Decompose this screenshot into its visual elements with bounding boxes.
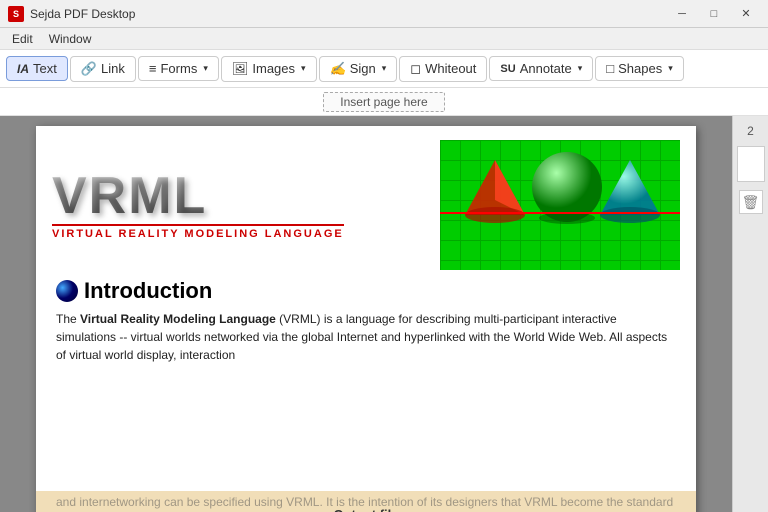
toolbar: IA Text 🔗 Link ≡ Forms ▾ 🖼 Images ▾ ✍ Si… (0, 50, 768, 88)
annotate-arrow: ▾ (578, 63, 583, 74)
toolbar-link-button[interactable]: 🔗 Link (70, 56, 136, 82)
toolbar-sign-button[interactable]: ✍ Sign ▾ (319, 56, 398, 82)
toolbar-shapes-button[interactable]: □ Shapes ▾ (595, 56, 683, 81)
menu-edit[interactable]: Edit (4, 30, 41, 48)
whiteout-label: Whiteout (425, 61, 476, 76)
toolbar-annotate-button[interactable]: SU Annotate ▾ (489, 56, 593, 81)
app-icon: S (8, 6, 24, 22)
main-area: VRML VIRTUAL REALITY MODELING LANGUAGE (0, 116, 768, 512)
vrml-droplet-icon (56, 280, 78, 302)
images-arrow: ▾ (301, 63, 306, 74)
window-controls: ─ □ ✕ (668, 4, 760, 24)
text-label: Text (33, 61, 57, 76)
title-bar: S Sejda PDF Desktop ─ □ ✕ (0, 0, 768, 28)
insert-bar: Insert page here (0, 88, 768, 116)
whiteout-icon: ◻ (410, 61, 421, 77)
maximize-button[interactable]: □ (700, 4, 728, 24)
delete-page-button[interactable]: 🗑 (739, 190, 763, 214)
vrml-logo: VRML VIRTUAL REALITY MODELING LANGUAGE (52, 170, 344, 240)
sign-arrow: ▾ (382, 63, 387, 74)
page-container: VRML VIRTUAL REALITY MODELING LANGUAGE (0, 116, 732, 512)
annotate-icon: SU (500, 63, 515, 75)
intro-heading-text: Introduction (84, 278, 212, 304)
images-icon: 🖼 (232, 61, 249, 77)
green-sphere (530, 150, 605, 225)
vrml-title: VRML (52, 170, 344, 222)
vrml-3d-image (440, 140, 680, 270)
sign-icon: ✍ (330, 61, 346, 77)
shapes-label: Shapes (618, 61, 662, 76)
page-thumbnail[interactable] (737, 146, 765, 182)
sign-label: Sign (350, 61, 376, 76)
pdf-page: VRML VIRTUAL REALITY MODELING LANGUAGE (36, 126, 696, 512)
menu-window[interactable]: Window (41, 30, 100, 48)
annotate-label: Annotate (520, 61, 572, 76)
shapes-icon: □ (606, 61, 614, 76)
text-icon: IA (17, 62, 29, 76)
trash-icon: 🗑 (742, 194, 760, 211)
images-label: Images (252, 61, 295, 76)
forms-icon: ≡ (149, 61, 157, 76)
forms-arrow: ▾ (203, 63, 208, 74)
vrml-subtitle: VIRTUAL REALITY MODELING LANGUAGE (52, 224, 344, 240)
intro-section: Introduction The Virtual Reality Modelin… (36, 270, 696, 364)
output-overlay: and internetworking can be specified usi… (36, 491, 696, 512)
toolbar-forms-button[interactable]: ≡ Forms ▾ (138, 56, 219, 81)
minimize-button[interactable]: ─ (668, 4, 696, 24)
right-panel: 2 🗑 (732, 116, 768, 512)
menu-bar: Edit Window (0, 28, 768, 50)
toolbar-whiteout-button[interactable]: ◻ Whiteout (399, 56, 487, 82)
intro-paragraph-1: The Virtual Reality Modeling Language (V… (56, 310, 676, 364)
link-label: Link (101, 61, 125, 76)
cyan-cone (595, 155, 665, 225)
output-file-label: Output file (334, 507, 399, 512)
vrml-header: VRML VIRTUAL REALITY MODELING LANGUAGE (36, 126, 696, 270)
red-shape (460, 155, 530, 225)
intro-heading: Introduction (56, 278, 676, 304)
shapes-arrow: ▾ (668, 63, 673, 74)
insert-page-button[interactable]: Insert page here (323, 92, 444, 112)
toolbar-text-button[interactable]: IA Text (6, 56, 68, 81)
close-button[interactable]: ✕ (732, 4, 760, 24)
toolbar-images-button[interactable]: 🖼 Images ▾ (221, 56, 317, 82)
link-icon: 🔗 (81, 61, 97, 77)
app-title: Sejda PDF Desktop (30, 7, 135, 21)
page-number: 2 (747, 124, 754, 138)
forms-label: Forms (160, 61, 197, 76)
red-line (440, 212, 680, 214)
